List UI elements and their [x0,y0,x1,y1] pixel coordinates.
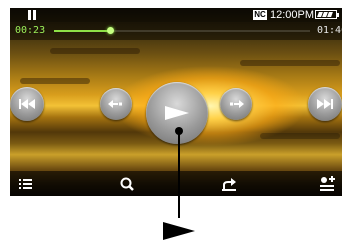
rewind-icon [108,100,122,108]
noise-cancel-icon: NC [253,10,267,20]
progress-fill [54,30,111,32]
elapsed-time: 00:23 [15,25,46,36]
background-cloud [20,78,90,84]
battery-icon [315,10,339,19]
fast-forward-icon [230,100,244,108]
play-icon [165,106,189,120]
progress-track[interactable] [54,27,310,34]
progress-row: 00:23 01:46 [10,22,342,40]
bottom-toolbar [10,171,342,196]
progress-scrubber[interactable] [107,27,115,34]
status-clock: 12:00PM [270,9,315,21]
rewind-button[interactable] [100,88,132,120]
background-cloud [50,48,140,54]
search-icon[interactable] [118,175,136,193]
play-icon [163,222,195,240]
list-icon[interactable] [17,175,35,193]
player-screen: NC 12:00PM 00:23 01:46 [10,8,342,196]
callout-line [178,130,180,218]
share-icon[interactable] [220,175,238,193]
pause-icon[interactable] [28,10,38,20]
skip-back-icon [19,99,35,109]
status-bar: NC 12:00PM [10,8,342,22]
background-cloud [240,60,340,66]
previous-track-button[interactable] [10,87,44,121]
next-track-button[interactable] [308,87,342,121]
background-cloud [260,133,340,139]
skip-forward-icon [317,99,333,109]
fast-forward-button[interactable] [220,88,252,120]
add-to-playlist-icon[interactable] [318,175,336,193]
total-time: 01:46 [317,25,342,36]
